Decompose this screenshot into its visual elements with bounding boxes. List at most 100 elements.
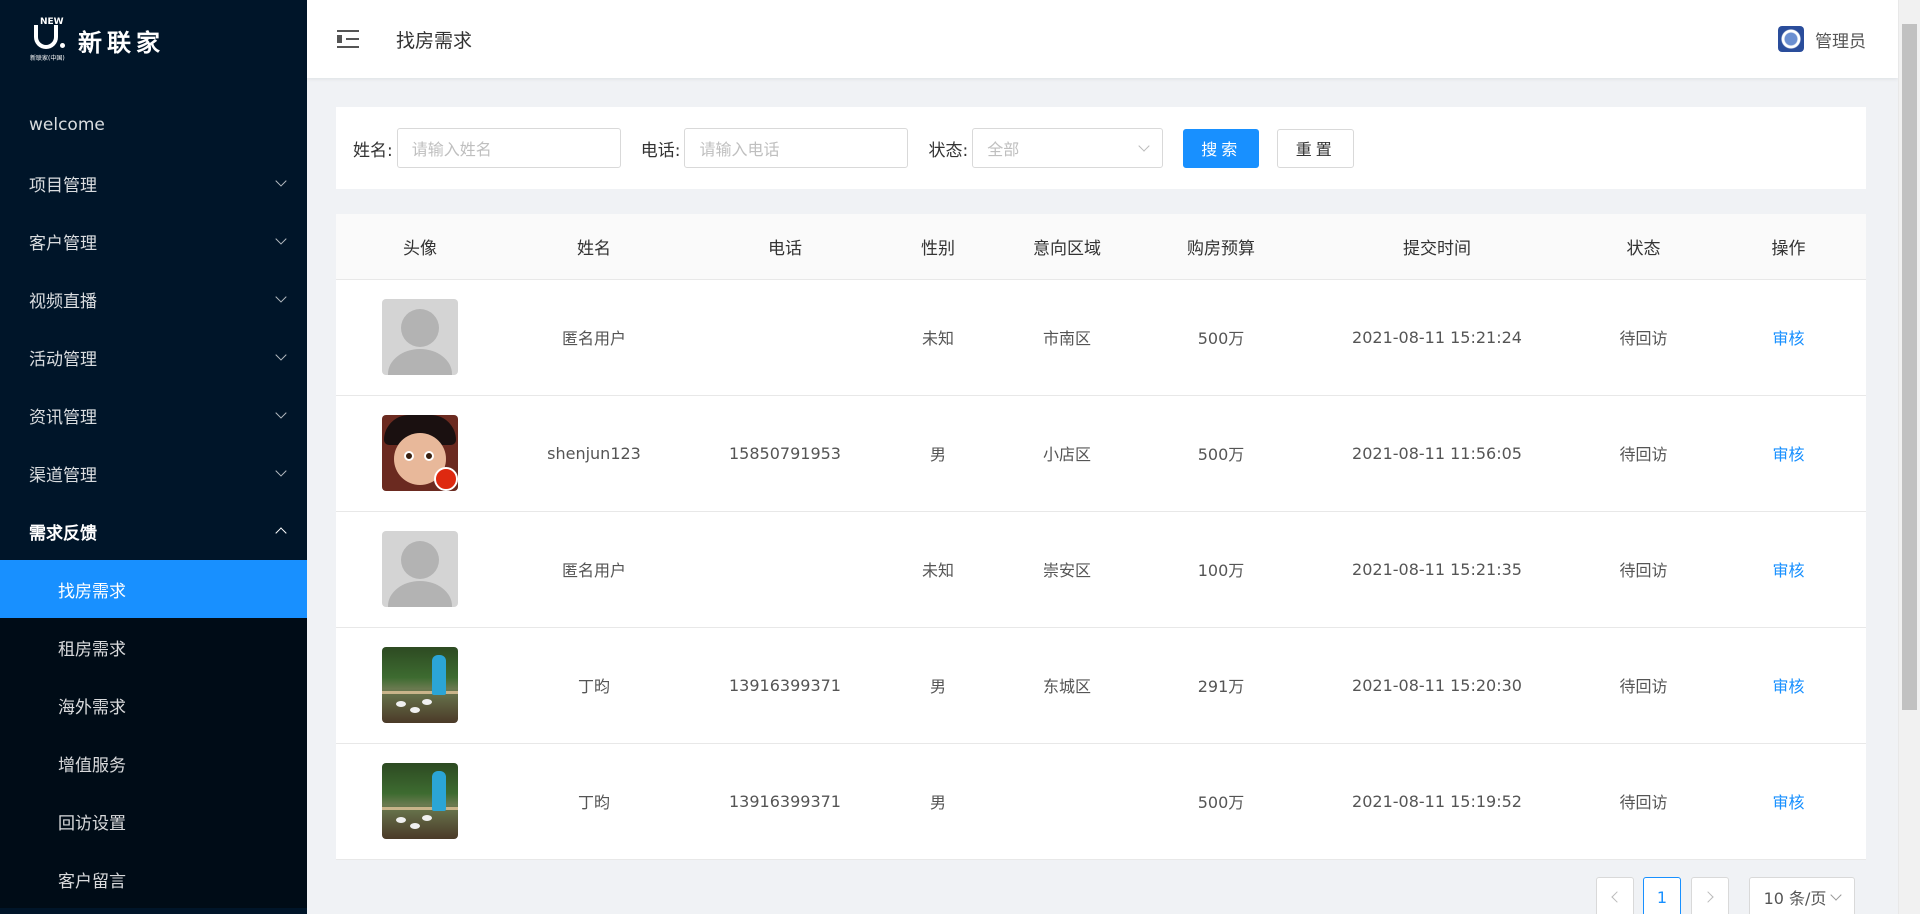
- user-avatar-image: [382, 415, 458, 491]
- cell-area: 东城区: [990, 627, 1144, 744]
- sidebar-item-channel[interactable]: 渠道管理: [0, 444, 307, 502]
- menu-fold-icon[interactable]: [337, 30, 359, 48]
- table-row: 丁昀 13916399371 男 500万 2021-08-11 15:19:5…: [336, 743, 1866, 860]
- table-row: 丁昀 13916399371 男 东城区 291万 2021-08-11 15:…: [336, 627, 1866, 744]
- user-menu[interactable]: 管理员: [1778, 26, 1866, 52]
- cell-gender: 未知: [886, 511, 990, 628]
- logo-text: 新联家: [78, 28, 165, 57]
- cell-phone: 15850791953: [684, 395, 886, 512]
- page-title: 找房需求: [396, 29, 473, 52]
- phone-input-placeholder: 请输入电话: [699, 140, 780, 159]
- cell-gender: 男: [886, 627, 990, 744]
- reset-button[interactable]: 重置: [1277, 128, 1355, 168]
- sidebar-subitem-rent-demand[interactable]: 租房需求: [0, 618, 307, 676]
- review-link[interactable]: 审核: [1772, 561, 1804, 580]
- column-header-avatar: 头像: [336, 214, 504, 280]
- table-row: 匿名用户 未知 市南区 500万 2021-08-11 15:21:24 待回访…: [336, 279, 1866, 396]
- default-avatar-icon: [382, 531, 458, 607]
- column-header-budget: 购房预算: [1144, 214, 1298, 280]
- review-link[interactable]: 审核: [1772, 793, 1804, 812]
- sidebar-item-feedback[interactable]: 需求反馈: [0, 502, 307, 560]
- cell-area: 崇安区: [990, 511, 1144, 628]
- sidebar-subitem-messages[interactable]: 客户留言: [0, 850, 307, 908]
- sidebar: NEW 新联家(中国) 新联家 welcome 项目管理 客户管理 视频直播 活…: [0, 0, 307, 914]
- cell-budget: 291万: [1144, 627, 1298, 744]
- cell-budget: 500万: [1144, 395, 1298, 512]
- name-input[interactable]: 请输入姓名: [396, 128, 621, 168]
- sidebar-subitem-label: 回访设置: [58, 813, 126, 834]
- default-avatar-icon: [382, 299, 458, 375]
- sidebar-item-label: 资讯管理: [29, 407, 97, 428]
- sidebar-menu: welcome 项目管理 客户管理 视频直播 活动管理 资讯管理 渠道管理 需求…: [0, 80, 307, 908]
- sidebar-subitem-visit-settings[interactable]: 回访设置: [0, 792, 307, 850]
- column-header-action: 操作: [1711, 214, 1866, 280]
- sidebar-item-news[interactable]: 资讯管理: [0, 386, 307, 444]
- chevron-down-icon: [275, 406, 287, 419]
- sidebar-submenu-feedback: 找房需求 租房需求 海外需求 增值服务 回访设置 客户留言: [0, 560, 307, 908]
- cell-name: 匿名用户: [504, 511, 684, 628]
- sidebar-item-label: 活动管理: [29, 349, 97, 370]
- sidebar-item-customer[interactable]: 客户管理: [0, 212, 307, 270]
- column-header-name: 姓名: [504, 214, 684, 280]
- cell-area: 小店区: [990, 395, 1144, 512]
- cell-status: 待回访: [1576, 279, 1711, 396]
- chevron-down-icon: [275, 290, 287, 303]
- filter-bar: 姓名: 请输入姓名 电话: 请输入电话 状态: 全部 搜索 重置: [336, 107, 1866, 189]
- cell-area: [990, 743, 1144, 860]
- scrollbar-thumb[interactable]: [1902, 24, 1917, 710]
- sidebar-item-live[interactable]: 视频直播: [0, 270, 307, 328]
- table-header-row: 头像 姓名 电话 性别 意向区域 购房预算 提交时间 状态 操作: [336, 214, 1866, 280]
- sidebar-subitem-house-demand[interactable]: 找房需求: [0, 560, 307, 618]
- sidebar-subitem-overseas-demand[interactable]: 海外需求: [0, 676, 307, 734]
- status-label: 状态:: [928, 140, 969, 161]
- sidebar-subitem-label: 客户留言: [58, 871, 126, 892]
- chevron-down-icon: [1138, 139, 1150, 152]
- cell-time: 2021-08-11 15:19:52: [1298, 743, 1576, 860]
- review-link[interactable]: 审核: [1772, 329, 1804, 348]
- column-header-time: 提交时间: [1298, 214, 1576, 280]
- cell-area: 市南区: [990, 279, 1144, 396]
- name-input-placeholder: 请输入姓名: [411, 140, 492, 159]
- top-header: 找房需求 管理员: [307, 0, 1898, 78]
- cell-phone: 13916399371: [684, 743, 886, 860]
- cell-budget: 500万: [1144, 743, 1298, 860]
- cell-status: 待回访: [1576, 743, 1711, 860]
- cell-gender: 男: [886, 743, 990, 860]
- sidebar-item-label: 视频直播: [29, 291, 97, 312]
- status-select[interactable]: 全部: [972, 128, 1164, 168]
- sidebar-item-label: 渠道管理: [29, 465, 97, 486]
- page-number-button[interactable]: 1: [1643, 877, 1681, 914]
- cell-status: 待回访: [1576, 395, 1711, 512]
- sidebar-subitem-value-added[interactable]: 增值服务: [0, 734, 307, 792]
- user-avatar-image: [382, 647, 458, 723]
- sidebar-item-activity[interactable]: 活动管理: [0, 328, 307, 386]
- prev-page-button[interactable]: [1596, 877, 1634, 914]
- sidebar-item-welcome[interactable]: welcome: [0, 96, 307, 154]
- column-header-area: 意向区域: [990, 214, 1144, 280]
- logo-mark-icon: NEW 新联家(中国): [30, 17, 68, 62]
- cell-time: 2021-08-11 11:56:05: [1298, 395, 1576, 512]
- sidebar-subitem-label: 找房需求: [58, 581, 126, 602]
- chevron-right-icon: [1702, 891, 1714, 903]
- sidebar-item-label: 需求反馈: [29, 523, 97, 544]
- cell-budget: 500万: [1144, 279, 1298, 396]
- page-size-select[interactable]: 10 条/页: [1749, 877, 1855, 914]
- chevron-down-icon: [275, 174, 287, 187]
- sidebar-subitem-label: 增值服务: [58, 755, 126, 776]
- cell-time: 2021-08-11 15:21:24: [1298, 279, 1576, 396]
- sidebar-item-project[interactable]: 项目管理: [0, 154, 307, 212]
- status-select-value: 全部: [987, 140, 1020, 159]
- page-size-value: 10 条/页: [1763, 889, 1827, 908]
- page-scrollbar[interactable]: [1898, 0, 1920, 914]
- chevron-down-icon: [275, 348, 287, 361]
- next-page-button[interactable]: [1691, 877, 1729, 914]
- phone-input[interactable]: 请输入电话: [684, 128, 909, 168]
- cell-gender: 未知: [886, 279, 990, 396]
- cell-phone: [684, 279, 886, 396]
- review-link[interactable]: 审核: [1772, 677, 1804, 696]
- logo-mark-sub-text: 新联家(中国): [30, 55, 65, 62]
- name-label: 姓名:: [353, 140, 393, 161]
- cell-name: shenjun123: [504, 395, 684, 512]
- search-button[interactable]: 搜索: [1183, 128, 1260, 168]
- review-link[interactable]: 审核: [1772, 445, 1804, 464]
